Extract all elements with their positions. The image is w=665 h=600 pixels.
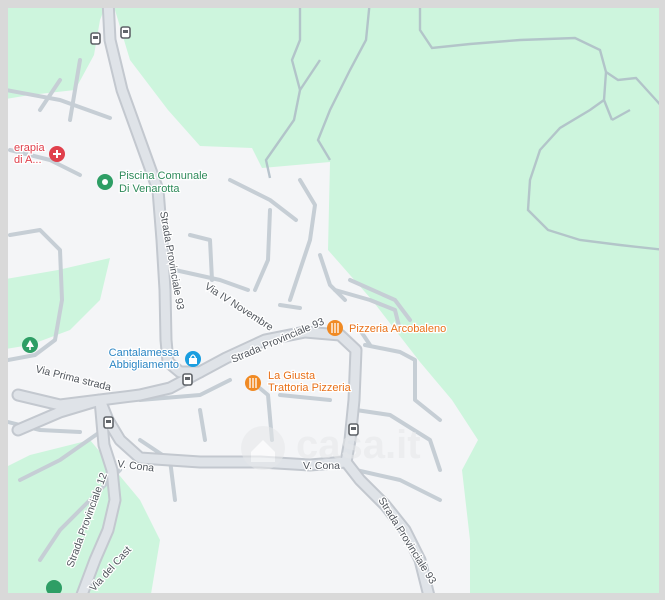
park-pin-icon[interactable] (46, 580, 62, 596)
bus-stop-icon[interactable] (120, 26, 131, 39)
house-logo-icon (241, 426, 285, 470)
bus-stop-icon[interactable] (103, 416, 114, 429)
poi-label: Pizzeria Arcobaleno (349, 323, 446, 335)
watermark-text: casa.it (296, 423, 421, 467)
park-pin-icon (97, 174, 113, 190)
poi-label: La Giusta (268, 370, 316, 382)
poi-label: Di Venarotta (119, 183, 180, 195)
poi-label: erapia (14, 142, 45, 154)
restaurant-icon (327, 320, 343, 336)
medical-icon (49, 146, 65, 162)
bus-stop-icon[interactable] (182, 373, 193, 386)
restaurant-icon (245, 375, 261, 391)
poi-label: Trattoria Pizzeria (268, 382, 352, 394)
watermark: casa.it (241, 423, 421, 470)
poi-label: di A... (14, 154, 42, 166)
poi-label: Abbigliamento (109, 359, 179, 371)
bus-stop-icon[interactable] (90, 32, 101, 45)
tree-icon[interactable] (22, 337, 38, 353)
map-frame: Strada Provinciale 93 Via IV Novembre St… (0, 0, 665, 600)
map-canvas[interactable]: Strada Provinciale 93 Via IV Novembre St… (0, 0, 665, 600)
poi-label: Piscina Comunale (119, 170, 208, 182)
poi-label: Cantalamessa (109, 347, 180, 359)
shopping-bag-icon (185, 351, 201, 367)
